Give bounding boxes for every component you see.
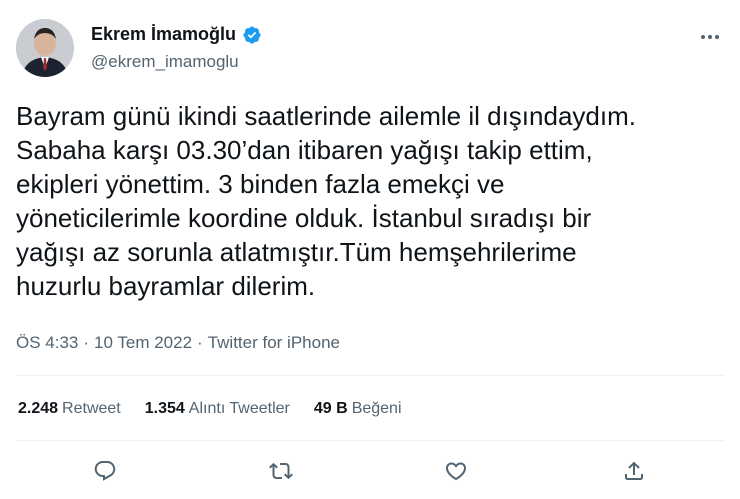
meta-separator: ·	[83, 333, 90, 352]
meta-separator: ·	[197, 333, 203, 352]
tweet-date[interactable]: 10 Tem 2022	[94, 333, 192, 353]
tweet-source[interactable]: Twitter for iPhone	[208, 333, 340, 353]
author-handle[interactable]: @ekrem_imamoglu	[91, 52, 239, 72]
retweets-count: 2.248	[18, 400, 59, 417]
tweet-card: Ekrem İmamoğlu @ekrem_imamoglu Bayram gü…	[0, 0, 740, 499]
verified-badge-icon	[242, 25, 262, 45]
retweets-label: Retweet	[62, 400, 121, 417]
quotes-label: Alıntı Tweetler	[188, 400, 290, 417]
reply-icon[interactable]	[90, 456, 120, 486]
tweet-stats: 2.248 Retweet 1.354 Alıntı Tweetler 49 B Be…	[18, 400, 426, 418]
share-icon[interactable]	[619, 456, 649, 486]
avatar[interactable]	[16, 19, 74, 77]
heart-icon[interactable]	[441, 456, 471, 486]
retweets-stat[interactable]: 2.248 Retweet	[18, 400, 121, 418]
quotes-stat[interactable]: 1.354 Alıntı Tweetler	[145, 400, 290, 418]
tweet-text: Bayram günü ikindi saatlerinde ailemle i…	[16, 101, 636, 301]
author-name[interactable]: Ekrem İmamoğlu	[91, 24, 236, 45]
likes-stat[interactable]: 49 B Beğeni	[314, 400, 402, 418]
author-name-row[interactable]: Ekrem İmamoğlu	[91, 24, 262, 45]
more-dots-icon[interactable]	[698, 27, 722, 47]
likes-count: 49 B	[313, 400, 348, 417]
divider	[16, 440, 724, 441]
tweet-time[interactable]: ÖS 4:33	[16, 333, 78, 353]
action-bar	[0, 456, 740, 486]
divider	[16, 375, 724, 376]
tweet-meta: ÖS 4:33 · 10 Tem 2022 · Twitter for iPho…	[16, 333, 340, 353]
retweet-icon[interactable]	[266, 456, 296, 486]
likes-label: Beğeni	[351, 400, 402, 417]
quotes-count: 1.354	[144, 400, 185, 417]
